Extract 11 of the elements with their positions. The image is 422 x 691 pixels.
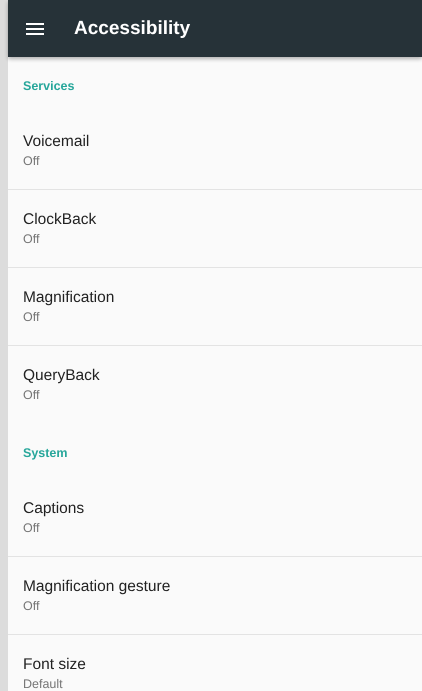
- section-header: Services: [23, 78, 74, 92]
- settings-item[interactable]: Captions Off: [8, 479, 422, 557]
- settings-item[interactable]: Font size Default: [8, 635, 422, 691]
- settings-item[interactable]: ClockBack Off: [8, 190, 422, 268]
- settings-item[interactable]: Magnification gesture Off: [8, 557, 422, 635]
- settings-item[interactable]: Magnification Off: [8, 268, 422, 346]
- section-header: System: [23, 446, 68, 460]
- settings-item[interactable]: Voicemail Off: [8, 112, 422, 190]
- screen-title: Accessibility: [74, 18, 190, 40]
- menu-icon[interactable]: [26, 22, 44, 34]
- settings-item[interactable]: QueryBack Off: [8, 346, 422, 424]
